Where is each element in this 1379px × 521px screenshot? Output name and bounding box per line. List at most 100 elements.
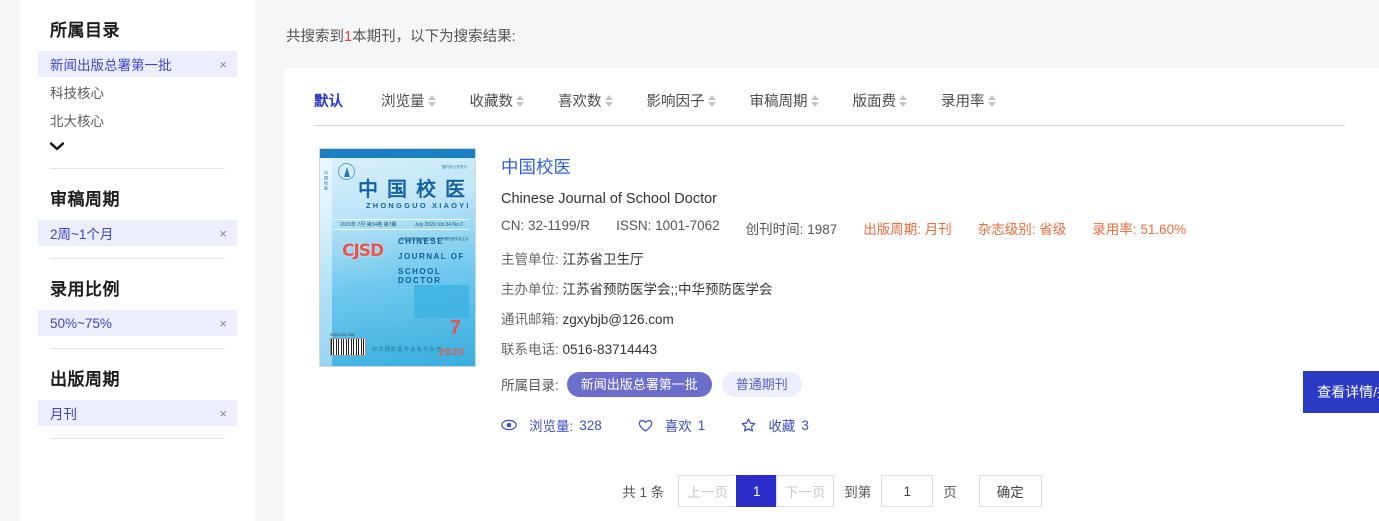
heart-icon xyxy=(638,419,659,432)
result-count-number: 1 xyxy=(344,29,353,45)
filter-option[interactable]: 月刊 × xyxy=(38,400,237,426)
sort-arrows-icon[interactable] xyxy=(810,94,819,107)
cover-year: 2020 xyxy=(438,347,465,358)
cover-decorative-block xyxy=(414,285,469,318)
journal-field-row: 通讯邮箱: zgxybjb@126.com xyxy=(501,308,1212,328)
journal-meta-item: CN: 32-1199/R xyxy=(501,218,590,238)
sort-tab[interactable]: 喜欢数 xyxy=(558,90,613,111)
sort-tab[interactable]: 浏览量 xyxy=(381,90,436,111)
cover-side-note: 江苏省预防医学会主办 中华预防医学会主办 xyxy=(399,237,469,241)
cover-pinyin-title: ZHONGGUO XIAOYI xyxy=(366,201,471,210)
journal-category-tag[interactable]: 新闻出版总署第一批 xyxy=(566,372,712,397)
pagination-goto-input[interactable] xyxy=(881,475,934,507)
filter-remove-icon[interactable]: × xyxy=(219,317,227,330)
filter-remove-icon[interactable]: × xyxy=(219,227,227,240)
sort-tabs: 默认 浏览量 收藏数 喜欢数 影响因子 审稿周期 版面费 录用率 xyxy=(284,68,1379,111)
cover-top-right-note: 国内外公开发行 xyxy=(441,165,467,169)
sort-tab[interactable]: 录用率 xyxy=(941,90,996,111)
sort-tab[interactable]: 默认 xyxy=(314,90,343,111)
journal-field-row: 主管单位: 江苏省卫生厅 xyxy=(501,248,1212,268)
pagination-total: 共 1 条 xyxy=(622,485,665,500)
journal-meta-item: 杂志级别: 省级 xyxy=(978,218,1067,238)
pagination-next-button[interactable]: 下一页 xyxy=(776,475,835,507)
filter-group-divider xyxy=(50,438,225,439)
cover-issue-right: July 2020 Vol.34 No.7 xyxy=(414,221,463,228)
cover-barcode xyxy=(330,338,366,356)
filter-option-label: 50%~75% xyxy=(50,315,112,331)
cover-foot-note: 中 华 预 防 医 学 会 系 列 杂 志 xyxy=(372,347,441,353)
filter-group-2: 录用比例 50%~75% × xyxy=(38,259,237,349)
cover-issue-left: 2020年 7月 第34卷 第7期 xyxy=(340,222,397,228)
journal-meta-key: 杂志级别: xyxy=(977,222,1036,237)
pagination-confirm-button[interactable]: 确定 xyxy=(978,475,1042,507)
filter-remove-icon[interactable]: × xyxy=(219,58,227,71)
journal-stat[interactable]: 浏览量: 328 xyxy=(501,415,602,435)
filter-option-label: 新闻出版总署第一批 xyxy=(50,58,172,73)
sort-tab-label: 默认 xyxy=(314,94,343,110)
journal-category-tag[interactable]: 普通期刊 xyxy=(721,372,802,397)
result-suffix: 本期刊，以下为搜索结果: xyxy=(352,29,516,45)
filter-group-title: 录用比例 xyxy=(50,280,120,299)
filter-option[interactable]: 新闻出版总署第一批 × xyxy=(38,51,237,77)
journal-stat-label: 浏览量: xyxy=(529,419,574,434)
journal-meta-key: ISSN: xyxy=(616,218,652,233)
journal-field-value: zgxybjb@126.com xyxy=(562,312,674,327)
journal-entry: 中国校医 国内外公开发行 中国校医 ZHONGGUO XIAOYI 2020年 … xyxy=(284,126,1379,435)
sort-tab-label: 审稿周期 xyxy=(749,94,808,110)
pagination-page-1[interactable]: 1 xyxy=(736,475,777,507)
filter-option[interactable]: 50%~75% × xyxy=(38,310,237,336)
journal-title-english: Chinese Journal of School Doctor xyxy=(501,191,718,207)
journal-stat[interactable]: 喜欢 1 xyxy=(638,415,705,435)
filter-option-label: 2周~1个月 xyxy=(50,227,114,242)
journal-field-value: 0516-83714443 xyxy=(562,342,658,357)
sort-tab-label: 影响因子 xyxy=(646,94,705,110)
journal-field-row: 主办单位: 江苏省预防医学会;;中华预防医学会 xyxy=(501,278,1212,298)
sort-arrows-icon[interactable] xyxy=(707,94,716,107)
sort-arrows-icon[interactable] xyxy=(899,94,907,107)
main-content: 共搜索到1本期刊，以下为搜索结果: 默认 浏览量 收藏数 喜欢数 影响因子 审稿周期 版面费… xyxy=(255,0,1379,521)
sort-tab-label: 浏览量 xyxy=(381,94,425,110)
result-count-text: 共搜索到1本期刊，以下为搜索结果: xyxy=(284,0,1379,68)
filter-option[interactable]: 北大核心 xyxy=(38,107,237,133)
journal-meta-value: 32-1199/R xyxy=(528,218,591,233)
journal-field-key: 主办单位: xyxy=(501,282,559,297)
journal-meta-value: 省级 xyxy=(1039,222,1067,237)
journal-meta-key: CN: xyxy=(501,218,525,233)
journal-stat-value: 328 xyxy=(579,417,602,433)
sort-tab[interactable]: 审稿周期 xyxy=(750,90,819,111)
filter-option[interactable]: 2周~1个月 × xyxy=(38,220,237,246)
filter-group-0: 所属目录新闻出版总署第一批 × 科技核心 北大核心 xyxy=(38,0,237,169)
cover-issue-line: 2020年 7月 第34卷 第7期 July 2020 Vol.34 No.7 xyxy=(334,219,469,230)
sort-tab-label: 喜欢数 xyxy=(558,94,602,110)
chevron-down-icon[interactable] xyxy=(38,135,237,156)
view-detail-submit-button[interactable]: 查看详情/投稿 xyxy=(1303,371,1379,413)
journal-meta-row: CN: 32-1199/R ISSN: 1001-7062 创刊时间: 1987 出版… xyxy=(501,218,1212,238)
journal-field-value: 江苏省卫生厅 xyxy=(562,252,644,267)
journal-title-link[interactable]: 中国校医 xyxy=(501,154,1212,179)
sort-arrows-icon[interactable] xyxy=(987,94,996,107)
filter-option[interactable]: 科技核心 xyxy=(38,79,237,105)
filter-group-3: 出版周期 月刊 × xyxy=(38,349,237,439)
pagination-prev-button[interactable]: 上一页 xyxy=(678,475,737,507)
cover-isbn: ISSN 1001-7062 xyxy=(330,333,356,337)
filter-remove-icon[interactable]: × xyxy=(219,407,227,420)
pagination-page-unit: 页 xyxy=(943,485,957,500)
sort-arrows-icon[interactable] xyxy=(516,94,524,107)
sort-tab[interactable]: 影响因子 xyxy=(647,90,716,111)
sort-arrows-icon[interactable] xyxy=(427,94,436,107)
sort-tab[interactable]: 版面费 xyxy=(852,90,907,111)
journal-stat[interactable]: 收藏 3 xyxy=(741,415,809,435)
sort-tab[interactable]: 收藏数 xyxy=(469,90,524,111)
sort-tab-label: 录用率 xyxy=(941,94,985,110)
filter-group-1: 审稿周期 2周~1个月 × xyxy=(38,169,237,259)
journal-meta-item: 创刊时间: 1987 xyxy=(746,218,838,238)
journal-field-key: 主管单位: xyxy=(501,252,559,267)
filter-option-label: 月刊 xyxy=(50,407,77,422)
sort-arrows-icon[interactable] xyxy=(604,94,613,107)
journal-cover-image[interactable]: 中国校医 国内外公开发行 中国校医 ZHONGGUO XIAOYI 2020年 … xyxy=(319,148,476,367)
sort-tab-label: 收藏数 xyxy=(469,94,514,110)
filter-group-title: 所属目录 xyxy=(50,21,120,40)
sort-tab-label: 版面费 xyxy=(852,94,897,110)
star-icon xyxy=(741,418,762,432)
tag-list: 新闻出版总署第一批 普通期刊 xyxy=(566,372,812,397)
